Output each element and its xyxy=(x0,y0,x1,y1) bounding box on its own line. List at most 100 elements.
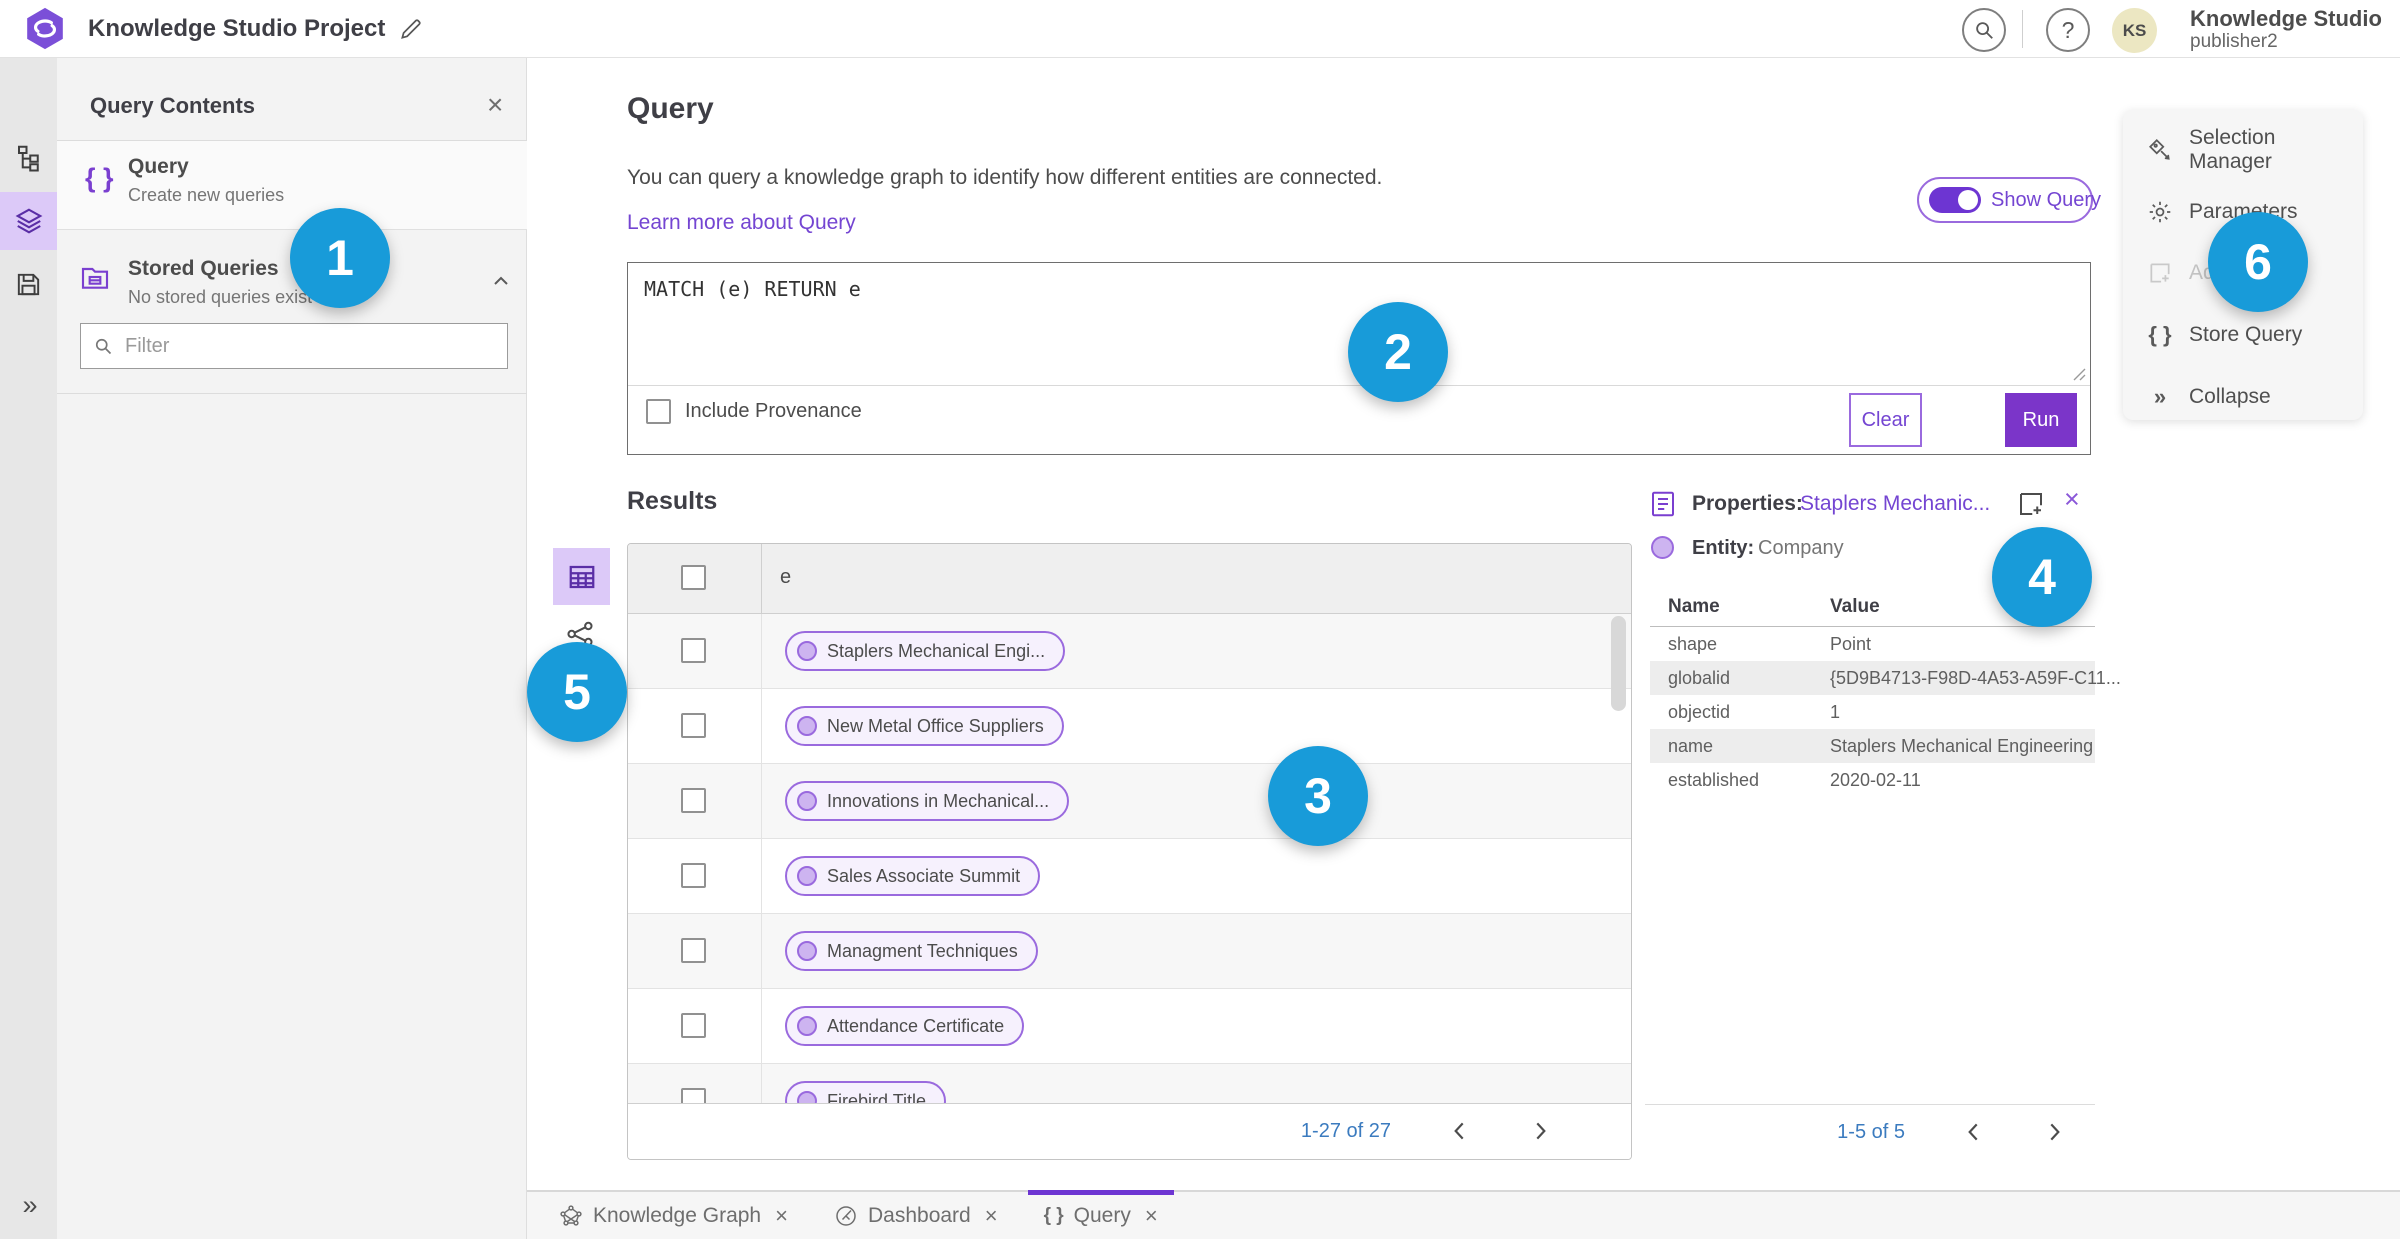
show-query-toggle[interactable]: Show Query xyxy=(1917,177,2101,223)
properties-doc-icon xyxy=(1648,489,1678,519)
table-icon xyxy=(567,562,597,592)
knowledge-graph-icon xyxy=(559,1204,583,1228)
menu-item-selection-manager[interactable]: Selection Manager xyxy=(2123,126,2363,173)
row-checkbox[interactable] xyxy=(681,638,706,663)
selection-manager-icon xyxy=(2147,137,2173,163)
avatar[interactable]: KS xyxy=(2112,8,2157,53)
show-query-label: Show Query xyxy=(1991,188,2102,211)
table-row[interactable]: Innovations in Mechanical... xyxy=(628,764,1631,839)
rail-save-button[interactable] xyxy=(0,255,57,313)
menu-item-store-query[interactable]: { } Store Query xyxy=(2123,316,2363,354)
value-column-header: Value xyxy=(1830,596,1880,617)
row-checkbox[interactable] xyxy=(681,1013,706,1038)
entity-chip[interactable]: Innovations in Mechanical... xyxy=(785,781,1070,821)
chevron-right-icon[interactable] xyxy=(1527,1118,1553,1144)
results-scrollbar-thumb[interactable] xyxy=(1611,616,1626,711)
user-block[interactable]: Knowledge Studio publisher2 xyxy=(2190,6,2382,53)
user-role: publisher2 xyxy=(2190,31,2278,53)
entity-dot-icon xyxy=(797,941,817,961)
tab-query[interactable]: { } Query × xyxy=(1027,1190,1174,1239)
add-to-icon xyxy=(2147,260,2173,286)
annotation-badge-2: 2 xyxy=(1348,302,1448,402)
search-button[interactable] xyxy=(1962,8,2006,52)
edit-title-pencil-icon[interactable] xyxy=(398,16,424,42)
entity-chip[interactable]: Sales Associate Summit xyxy=(785,856,1041,896)
panel-close-icon[interactable]: × xyxy=(487,89,503,121)
entity-dot-icon xyxy=(797,716,817,736)
column-header-e: e xyxy=(780,566,792,588)
table-row[interactable]: Firebird Title xyxy=(628,1064,1631,1106)
search-icon xyxy=(93,336,113,356)
rail-expand-button[interactable]: » xyxy=(0,1190,57,1221)
select-all-checkbox[interactable] xyxy=(681,565,706,590)
chevron-up-icon[interactable] xyxy=(489,269,513,293)
filter-field xyxy=(80,323,508,369)
stored-queries-folder-icon xyxy=(79,261,111,293)
rail-hierarchy-button[interactable] xyxy=(0,129,57,187)
properties-page-range: 1-5 of 5 xyxy=(1837,1121,1905,1143)
close-icon[interactable]: × xyxy=(985,1203,998,1229)
stored-queries-description: No stored queries exist xyxy=(128,287,313,307)
user-name: Knowledge Studio xyxy=(2190,6,2382,31)
entity-type: Company xyxy=(1758,537,1844,559)
gear-icon xyxy=(2147,199,2173,225)
include-provenance-label: Include Provenance xyxy=(685,400,862,422)
annotation-badge-6: 6 xyxy=(2208,212,2308,312)
include-provenance-checkbox[interactable] xyxy=(646,399,671,424)
properties-entity-link[interactable]: Staplers Mechanic... xyxy=(1800,492,1990,516)
table-view-button-active[interactable] xyxy=(553,548,610,605)
entity-dot-icon xyxy=(1651,536,1674,559)
results-rows: Staplers Mechanical Engi... New Metal Of… xyxy=(628,614,1631,1106)
entity-chip[interactable]: Attendance Certificate xyxy=(785,1006,1025,1046)
query-description: You can query a knowledge graph to ident… xyxy=(627,166,1383,189)
entity-chip[interactable]: Managment Techniques xyxy=(785,931,1038,971)
chevron-left-icon[interactable] xyxy=(1447,1118,1473,1144)
entity-chip[interactable]: Staplers Mechanical Engi... xyxy=(785,631,1066,671)
table-row[interactable]: Managment Techniques xyxy=(628,914,1631,989)
entity-chip[interactable]: New Metal Office Suppliers xyxy=(785,706,1064,746)
row-checkbox[interactable] xyxy=(681,938,706,963)
menu-item-collapse[interactable]: » Collapse xyxy=(2123,378,2363,416)
close-icon[interactable]: × xyxy=(775,1203,788,1229)
save-icon xyxy=(14,270,43,299)
tab-knowledge-graph[interactable]: Knowledge Graph × xyxy=(543,1192,804,1239)
table-row[interactable]: New Metal Office Suppliers xyxy=(628,689,1631,764)
question-icon: ? xyxy=(2061,16,2075,43)
close-icon[interactable]: × xyxy=(1145,1203,1158,1229)
tab-dashboard[interactable]: Dashboard × xyxy=(818,1192,1014,1239)
bottom-tab-bar: Knowledge Graph × Dashboard × { } Query … xyxy=(527,1190,2400,1239)
clear-button[interactable]: Clear xyxy=(1849,393,1922,447)
results-page-range: 1-27 of 27 xyxy=(1300,1120,1391,1142)
chevron-right-icon[interactable] xyxy=(2041,1119,2067,1145)
annotation-badge-3: 3 xyxy=(1268,746,1368,846)
property-row: shape Point xyxy=(1668,634,1872,654)
learn-more-link[interactable]: Learn more about Query xyxy=(627,211,856,235)
results-pagination: 1-27 of 27 xyxy=(628,1103,1631,1159)
annotation-badge-1: 1 xyxy=(290,208,390,308)
query-contents-panel: Query Contents × { } Query Create new qu… xyxy=(57,57,527,1239)
entity-dot-icon xyxy=(797,641,817,661)
property-row: objectid 1 xyxy=(1668,702,1841,722)
row-checkbox[interactable] xyxy=(681,788,706,813)
results-title: Results xyxy=(627,487,718,515)
row-checkbox[interactable] xyxy=(681,713,706,738)
entity-dot-icon xyxy=(797,1016,817,1036)
dashboard-icon xyxy=(834,1204,858,1228)
filter-input[interactable] xyxy=(123,333,495,359)
help-button[interactable]: ? xyxy=(2046,8,2090,52)
editor-divider xyxy=(628,385,2090,386)
sidebar-item-query[interactable]: { } Query Create new queries xyxy=(57,141,527,230)
chevron-left-icon[interactable] xyxy=(1961,1119,1987,1145)
property-row: globalid {5D9B4713-F98D-4A53-A59F-C11... xyxy=(1650,661,2121,695)
resize-handle-icon[interactable] xyxy=(2072,367,2086,381)
add-to-selection-icon[interactable] xyxy=(2016,489,2046,519)
rail-contents-button-active[interactable] xyxy=(0,192,57,250)
property-row: established 2020-02-11 xyxy=(1668,770,1921,790)
run-button[interactable]: Run xyxy=(2005,393,2077,447)
properties-close-icon[interactable]: × xyxy=(2064,484,2080,515)
search-icon xyxy=(1973,19,1995,41)
table-row[interactable]: Staplers Mechanical Engi... xyxy=(628,614,1631,689)
table-row[interactable]: Sales Associate Summit xyxy=(628,839,1631,914)
row-checkbox[interactable] xyxy=(681,863,706,888)
table-row[interactable]: Attendance Certificate xyxy=(628,989,1631,1064)
